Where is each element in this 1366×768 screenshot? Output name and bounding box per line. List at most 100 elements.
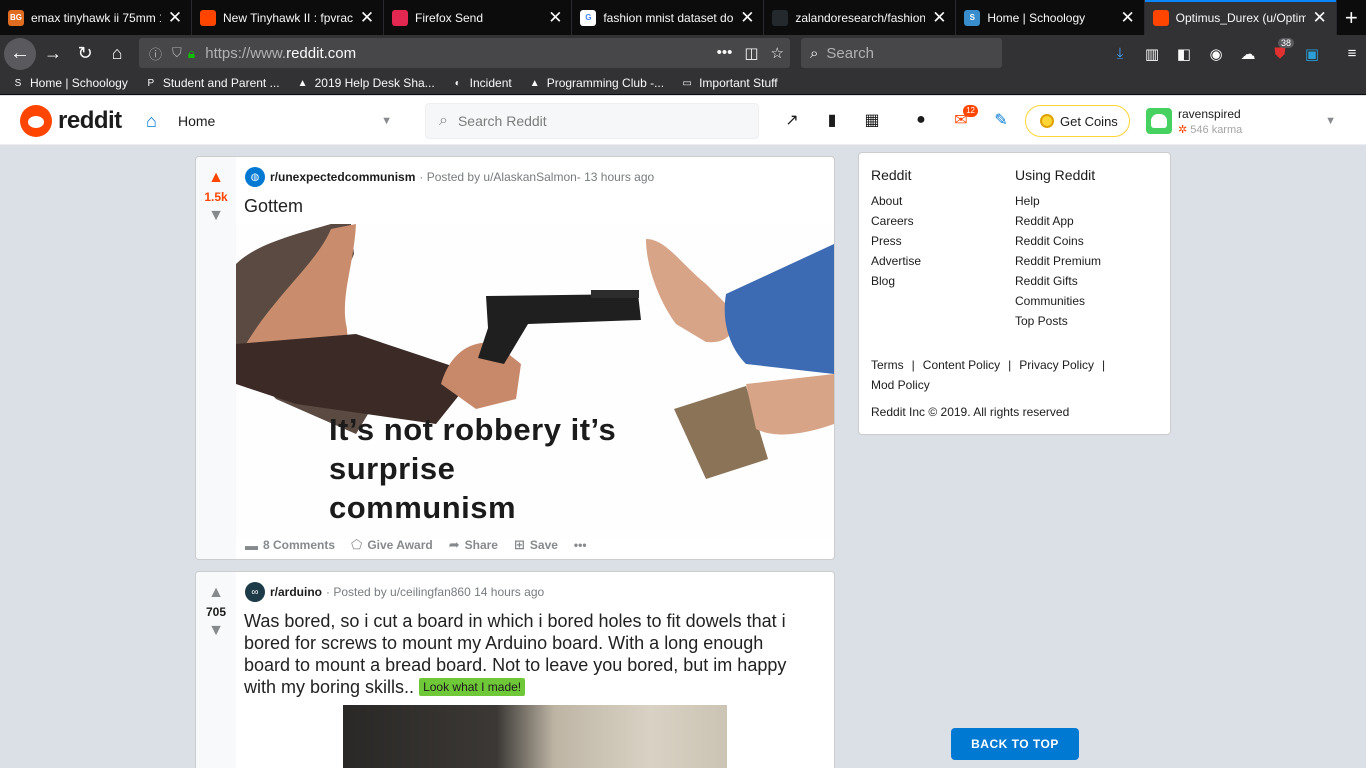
url-text[interactable]: https://www.reddit.com (205, 45, 356, 62)
comments-button[interactable]: ▬ 8 Comments (245, 538, 335, 553)
browser-tab[interactable]: Firefox Send ✕ (384, 0, 573, 35)
legal-links: Terms | Content Policy | Privacy Policy | Mod … (871, 355, 1151, 395)
extension-icon[interactable]: ☁ (1232, 35, 1264, 72)
tab-label: New Tinyhawk II : fpvraci (223, 10, 353, 25)
post-image[interactable] (343, 705, 727, 768)
column-heading: Reddit (871, 167, 912, 183)
bookmark-label: Programming Club -... (546, 76, 665, 90)
chat-icon[interactable]: ● (910, 109, 932, 131)
reload-button[interactable]: ↻ (70, 39, 100, 69)
footer-link[interactable]: About (871, 191, 921, 211)
browser-tab[interactable]: BG emax tinyhawk ii 75mm 1 ✕ (0, 0, 192, 35)
tracking-shield-icon[interactable]: ⛉ (172, 45, 182, 61)
sidebar-icon[interactable]: ◧ (1168, 35, 1200, 72)
downvote-icon[interactable]: ▼ (208, 207, 224, 225)
qr-icon[interactable]: ▦ (861, 109, 883, 131)
post-title-block[interactable]: Was bored, so i cut a board in which i b… (244, 610, 814, 698)
bookmark-item[interactable]: S Home | Schoology (11, 76, 128, 90)
post-title[interactable]: Gottem (244, 195, 303, 217)
extension-2-icon[interactable]: ▣ (1296, 35, 1328, 72)
post-image[interactable]: It’s not robbery it’s surprise communism (236, 224, 834, 537)
bookmark-label: Student and Parent ... (162, 76, 280, 90)
bookmark-item[interactable]: ◐ Incident (451, 76, 512, 90)
bookmark-item[interactable]: ▭ Important Stuff (680, 76, 778, 90)
upvote-icon[interactable]: ▲ (208, 169, 224, 187)
close-icon[interactable]: ✕ (1312, 8, 1328, 27)
footer-link[interactable]: Top Posts (1015, 311, 1101, 331)
browser-toolbar: ← → ↻ ⌂ ⓘ ⛉ 🔒︎ https://www.reddit.com ••… (0, 35, 1366, 72)
legal-link[interactable]: Content Policy (923, 358, 1000, 372)
browser-tab[interactable]: zalandoresearch/fashion ✕ (764, 0, 957, 35)
post-card[interactable]: ▲ 1.5k ▼ ◍ r/unexpectedcommunism · Poste… (195, 156, 835, 560)
bookmark-star-icon[interactable]: ☆ (771, 44, 784, 62)
get-coins-button[interactable]: Get Coins (1025, 105, 1130, 137)
bookmark-item[interactable]: ▲ Programming Club -... (528, 76, 664, 90)
reddit-logo[interactable]: reddit (20, 105, 122, 137)
get-coins-label: Get Coins (1060, 113, 1118, 129)
legal-link[interactable]: Terms (871, 358, 904, 372)
browser-tab-bar: BG emax tinyhawk ii 75mm 1 ✕ New Tinyhawk I… (0, 0, 1366, 35)
footer-link[interactable]: Blog (871, 271, 921, 291)
footer-link[interactable]: Reddit App (1015, 211, 1101, 231)
browser-tab[interactable]: New Tinyhawk II : fpvraci ✕ (192, 0, 384, 35)
footer-link[interactable]: Help (1015, 191, 1101, 211)
new-tab-button[interactable]: + (1337, 0, 1366, 35)
footer-link[interactable]: Reddit Premium (1015, 251, 1101, 271)
browser-tab[interactable]: Gfashion mnist dataset do ✕ (572, 0, 765, 35)
mail-icon[interactable]: ✉ 12 (950, 105, 978, 131)
more-options-icon[interactable]: ••• (574, 538, 587, 552)
legal-link[interactable]: Privacy Policy (1019, 358, 1094, 372)
bookmark-label: Home | Schoology (30, 76, 128, 90)
upvote-icon[interactable]: ▲ (208, 584, 224, 602)
bookmark-item[interactable]: ▲ 2019 Help Desk Sha... (296, 76, 435, 90)
browser-tab[interactable]: Optimus_Durex (u/Optim ✕ (1144, 0, 1337, 35)
incident-icon: ◐ (454, 77, 461, 89)
menu-icon[interactable]: ≡ (1336, 35, 1366, 72)
reddit-search-input[interactable]: ⌕ Search Reddit (425, 103, 759, 139)
close-icon[interactable]: ✕ (739, 8, 755, 27)
browser-search-field[interactable]: ⌕ Search (801, 38, 1002, 68)
downloads-icon[interactable]: ⤓ (1104, 35, 1136, 72)
popular-icon[interactable]: ↗ (781, 109, 803, 131)
home-button[interactable]: ⌂ (102, 39, 132, 69)
subreddit-link[interactable]: r/arduino (270, 585, 322, 599)
create-post-icon[interactable]: ✎ (990, 109, 1012, 131)
close-icon[interactable]: ✕ (931, 8, 947, 27)
close-icon[interactable]: ✕ (1120, 8, 1136, 27)
footer-link[interactable]: Reddit Gifts (1015, 271, 1101, 291)
site-info-icon[interactable]: ⓘ (149, 44, 162, 63)
user-dropdown[interactable]: ravenspired ✲ 546 karma ▼ (1146, 104, 1346, 138)
footer-link[interactable]: Reddit Coins (1015, 231, 1101, 251)
footer-link[interactable]: Communities (1015, 291, 1101, 311)
url-bar[interactable]: ⓘ ⛉ 🔒︎ https://www.reddit.com ••• ◫ ☆ (139, 38, 790, 68)
bookmark-label: Important Stuff (699, 76, 778, 90)
legal-link[interactable]: Mod Policy (871, 378, 930, 392)
save-button[interactable]: ⊞ Save (514, 537, 558, 553)
bookmark-item[interactable]: P Student and Parent ... (144, 76, 280, 90)
close-icon[interactable]: ✕ (547, 8, 563, 27)
pocket-icon[interactable]: ◫ (744, 44, 758, 62)
browser-tab[interactable]: S Home | Schoology ✕ (956, 0, 1145, 35)
reddit-links-column: Reddit About Careers Press Advertise Blog (871, 167, 921, 291)
close-icon[interactable]: ✕ (167, 8, 183, 27)
ublock-icon[interactable]: ⛊ 38 (1264, 35, 1296, 72)
footer-link[interactable]: Advertise (871, 251, 921, 271)
footer-link[interactable]: Press (871, 231, 921, 251)
library-icon[interactable]: ▥ (1136, 35, 1168, 72)
back-to-top-button[interactable]: BACK TO TOP (951, 728, 1079, 760)
share-button[interactable]: ➦ Share (449, 537, 498, 553)
subreddit-link[interactable]: r/unexpectedcommunism (270, 170, 415, 184)
close-icon[interactable]: ✕ (359, 8, 375, 27)
bookmark-label: 2019 Help Desk Sha... (314, 76, 435, 90)
forward-button[interactable]: → (38, 39, 68, 69)
downvote-icon[interactable]: ▼ (208, 622, 224, 640)
stats-icon[interactable]: ▮ (821, 109, 843, 131)
home-dropdown[interactable]: ⌂ Home ▼ (146, 105, 398, 137)
page-actions-icon[interactable]: ••• (717, 44, 733, 62)
account-icon[interactable]: ◉ (1200, 35, 1232, 72)
footer-link[interactable]: Careers (871, 211, 921, 231)
post-card[interactable]: ▲ 705 ▼ ∞ r/arduino · Posted by u/ceilin… (195, 571, 835, 768)
back-button[interactable]: ← (4, 37, 36, 70)
give-award-button[interactable]: ⬠ Give Award (351, 537, 433, 553)
post-flair[interactable]: Look what I made! (419, 678, 526, 696)
